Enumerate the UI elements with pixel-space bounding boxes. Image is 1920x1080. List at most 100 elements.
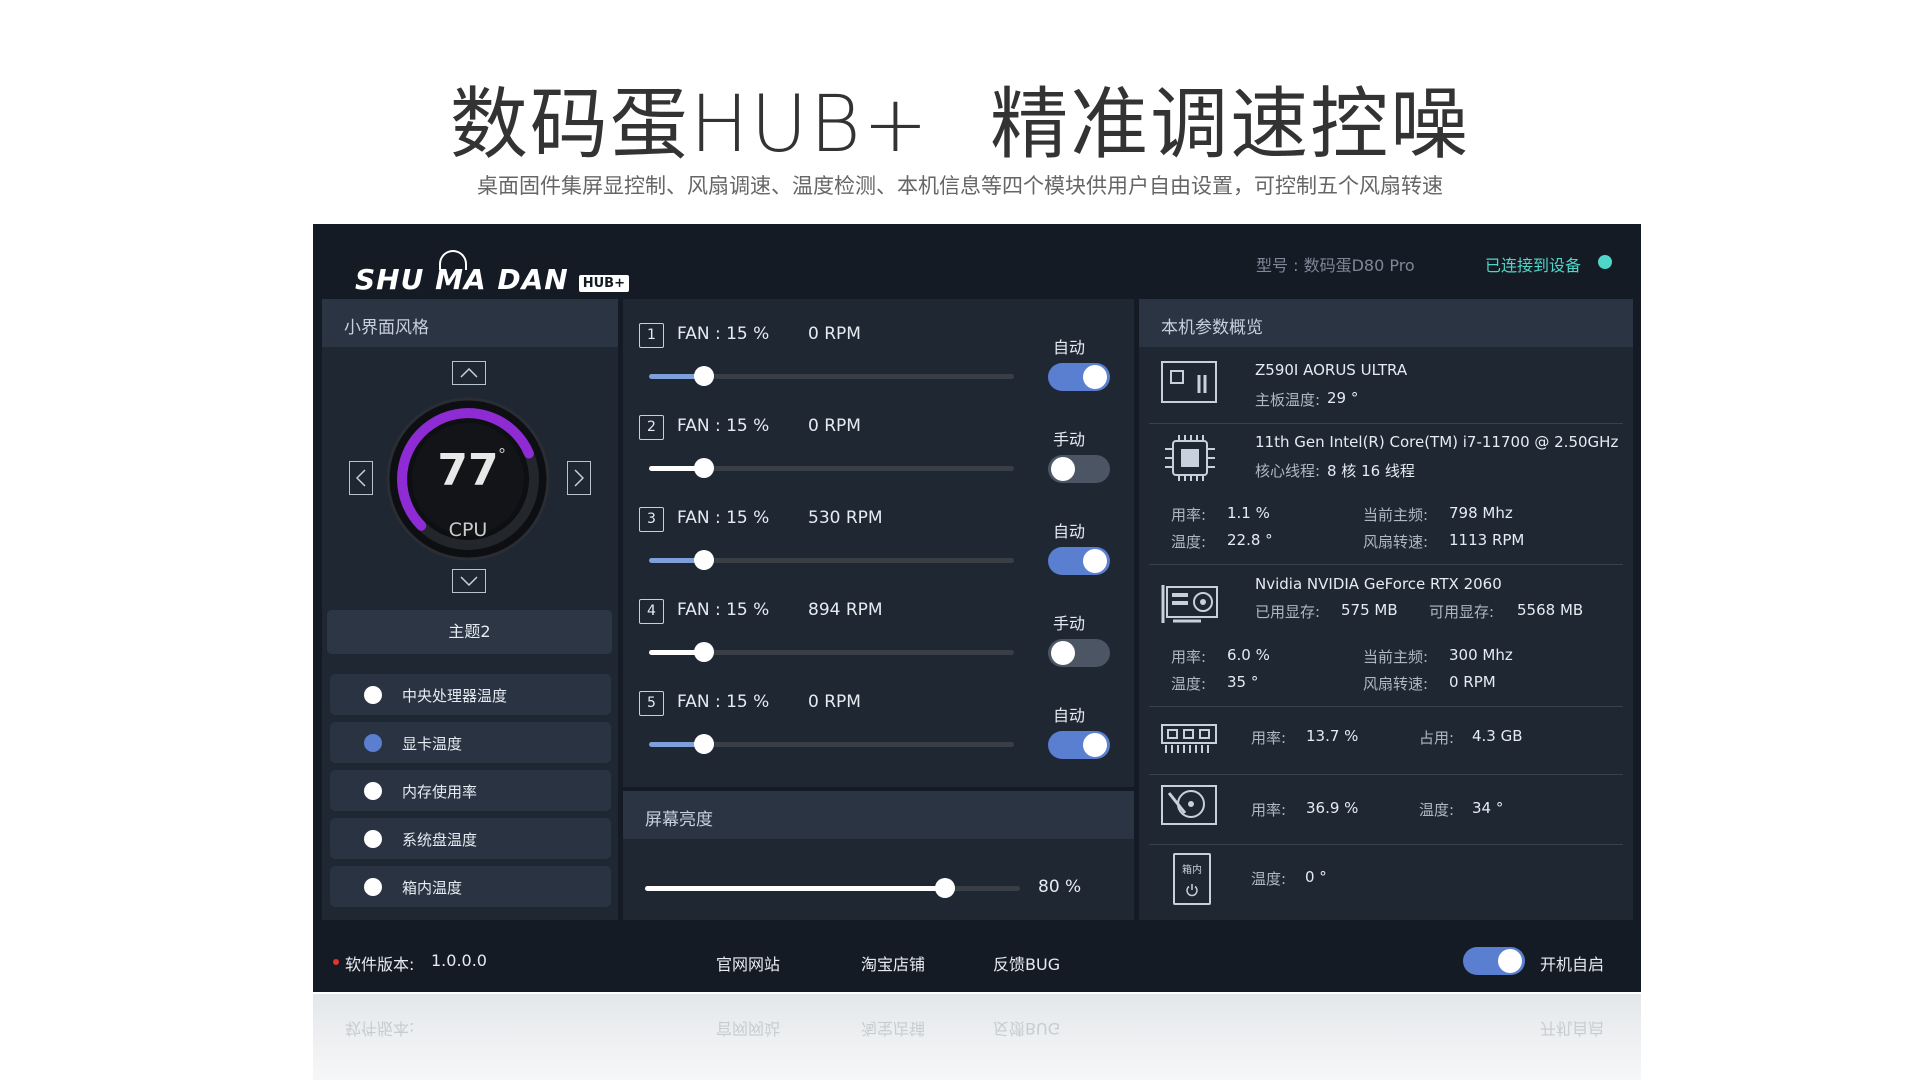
fan-rpm: 894 RPM [808,600,883,620]
headline-part2: 精准调速控噪 [990,80,1471,170]
fan-speed: FAN : 15 % [677,324,770,344]
fan-auto-toggle[interactable] [1048,547,1110,575]
brightness-panel: 屏幕亮度 80 % [623,791,1134,920]
connection-status: 已连接到设备 [1485,256,1582,275]
fan-mode-label: 手动 [1053,614,1086,633]
fan-rpm: 530 RPM [808,508,883,528]
slider-thumb[interactable] [693,550,714,570]
style-panel: 小界面风格 77 ° CPU 主题2 中央处理器温度 显卡温度 内存使用率 系统… [322,299,618,920]
gpu-usage-label: 用率: [1171,648,1207,666]
chevron-right-icon [574,469,584,487]
reflect-version: 软件版本: [345,1019,415,1038]
motherboard-temp-label: 主板温度: [1255,391,1321,409]
fan-speed: FAN : 15 % [677,416,770,436]
option-memory-usage[interactable]: 内存使用率 [330,770,611,811]
fan-speed: FAN : 15 % [677,508,770,528]
brightness-title: 屏幕亮度 [623,791,1134,839]
fan-slider[interactable] [649,642,1014,662]
option-case-temp[interactable]: 箱内温度 [330,866,611,907]
option-gpu-temp[interactable]: 显卡温度 [330,722,611,763]
gauge-unit: ° [498,445,506,464]
slider-thumb[interactable] [935,878,955,898]
brightness-slider[interactable] [645,878,1020,898]
gpu-freq: 300 Mhz [1449,646,1513,664]
option-disk-temp[interactable]: 系统盘温度 [330,818,611,859]
fan-auto-toggle[interactable] [1048,731,1110,759]
radio-icon [364,686,382,704]
logo-badge: HUB+ [578,275,629,292]
fan-mode-label: 自动 [1053,706,1086,725]
motherboard-icon [1161,361,1217,403]
slider-thumb[interactable] [693,458,714,478]
gpu-used: 575 MB [1341,601,1398,619]
radio-icon [364,878,382,896]
disk-temp: 34 ° [1472,799,1504,817]
page-headline: 数码蛋HUB+ 精准调速控噪 [0,62,1920,174]
fan-auto-toggle[interactable] [1048,639,1110,667]
memory-usage: 13.7 % [1306,727,1359,745]
slider-thumb[interactable] [693,642,714,662]
motherboard-name: Z590I AORUS ULTRA [1255,361,1408,379]
page-subtitle: 桌面固件集屏显控制、风扇调速、温度检测、本机信息等四个模块供用户自由设置，可控制… [477,174,1443,198]
fan-mode-label: 自动 [1053,338,1086,357]
fan-mode-label: 手动 [1053,430,1086,449]
fan-slider[interactable] [649,734,1014,754]
gpu-fan: 0 RPM [1449,673,1496,691]
gpu-free-label: 可用显存: [1429,603,1495,621]
fan-number: 3 [639,507,664,532]
app-window: SHU MA DAN HUB+ 型号 : 数码蛋D80 Pro 已连接到设备 小… [313,224,1641,992]
autostart-toggle[interactable] [1463,947,1525,975]
taobao-store-link[interactable]: 淘宝店铺 [861,951,925,975]
divider [1149,844,1623,845]
style-up-button[interactable] [452,361,486,385]
case-icon: 箱内 [1173,853,1211,905]
option-label: 中央处理器温度 [402,687,508,705]
radio-selected-icon [364,734,382,752]
style-prev-button[interactable] [349,461,373,495]
fan-slider[interactable] [649,366,1014,386]
theme-button[interactable]: 主题2 [327,610,612,654]
fan-auto-toggle[interactable] [1048,363,1110,391]
option-label: 内存使用率 [402,783,478,801]
fan-slider[interactable] [649,458,1014,478]
feedback-bug-link[interactable]: 反馈BUG [993,951,1060,975]
fan-mode-label: 自动 [1053,522,1086,541]
fan-number: 2 [639,415,664,440]
divider [1149,706,1623,707]
website-link[interactable]: 官网网站 [716,951,780,975]
fan-rpm: 0 RPM [808,416,861,436]
gpu-temp: 35 ° [1227,673,1259,691]
system-panel: 本机参数概览 Z590I AORUS ULTRA 主板温度: 29 ° 11th… [1139,299,1633,920]
cpu-fan-label: 风扇转速: [1363,533,1429,551]
fan-rpm: 0 RPM [808,692,861,712]
fan-slider[interactable] [649,550,1014,570]
cpu-gauge: 77 ° CPU [386,397,550,561]
gpu-freq-label: 当前主频: [1363,648,1429,666]
chevron-left-icon [356,469,366,487]
cpu-fan: 1113 RPM [1449,531,1525,549]
version-value: 1.0.0.0 [431,951,487,970]
fan-auto-toggle[interactable] [1048,455,1110,483]
reflection: 软件版本: 官网网站 淘宝店铺 反馈BUG 开机自启 [313,994,1641,1080]
option-cpu-temp[interactable]: 中央处理器温度 [330,674,611,715]
cpu-name: 11th Gen Intel(R) Core(TM) i7-11700 @ 2.… [1255,433,1619,451]
reflect-feedback: 反馈BUG [993,1019,1061,1038]
option-label: 显卡温度 [402,735,463,753]
fan-row-4: 4 FAN : 15 % 894 RPM 手动 [623,575,1134,667]
fan-rpm: 0 RPM [808,324,861,344]
slider-thumb[interactable] [693,366,714,386]
radio-icon [364,830,382,848]
gauge-label: CPU [448,519,488,541]
chevron-down-icon [460,576,478,586]
style-next-button[interactable] [567,461,591,495]
disk-temp-label: 温度: [1419,801,1455,819]
case-temp-label: 温度: [1251,870,1287,888]
version-label: 软件版本: [345,955,415,974]
cpu-usage-label: 用率: [1171,506,1207,524]
cpu-freq: 798 Mhz [1449,504,1513,522]
fan-speed: FAN : 15 % [677,600,770,620]
cpu-temp: 22.8 ° [1227,531,1273,549]
slider-thumb[interactable] [693,734,714,754]
divider [1149,423,1623,424]
style-down-button[interactable] [452,569,486,593]
